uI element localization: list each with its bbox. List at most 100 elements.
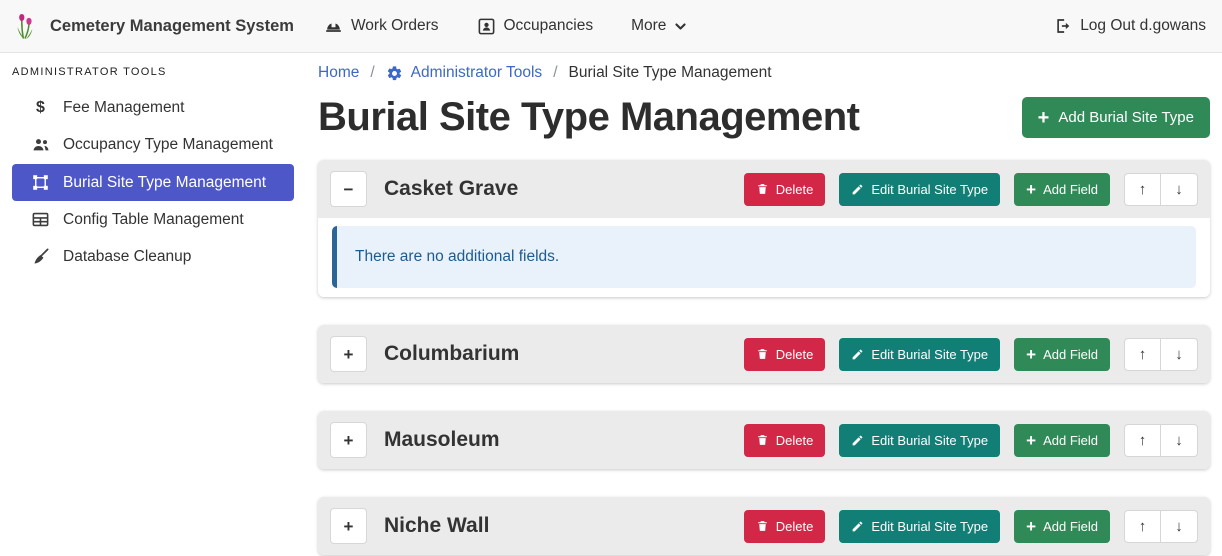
tulip-logo-icon	[16, 12, 41, 41]
move-up-button[interactable]: ↑	[1124, 424, 1161, 457]
panel-title: Niche Wall	[384, 514, 489, 538]
logout-icon	[1054, 17, 1072, 35]
edit-burial-site-type-button[interactable]: Edit Burial Site Type	[839, 424, 1000, 457]
plus-icon: +	[1026, 181, 1036, 198]
plus-icon: +	[1038, 108, 1050, 128]
delete-button[interactable]: Delete	[744, 424, 826, 457]
trash-icon	[756, 519, 769, 533]
app-title: Cemetery Management System	[50, 17, 294, 36]
panel-title: Mausoleum	[384, 428, 500, 452]
nav-label: Work Orders	[351, 17, 439, 35]
sidebar-item-label: Database Cleanup	[63, 248, 191, 266]
trash-icon	[756, 433, 769, 447]
nav-occupancies[interactable]: Occupancies	[477, 17, 594, 36]
occupancy-frame-icon	[477, 17, 496, 36]
button-label: Delete	[776, 182, 814, 197]
expand-toggle-button[interactable]: +	[330, 336, 367, 372]
pencil-icon	[851, 183, 864, 196]
pencil-icon	[851, 520, 864, 533]
move-down-button[interactable]: ↓	[1161, 173, 1198, 206]
breadcrumb: Home / Administrator Tools / Burial Site…	[318, 64, 1210, 82]
breadcrumb-current: Burial Site Type Management	[569, 64, 772, 82]
trash-icon	[756, 347, 769, 361]
expand-toggle-button[interactable]: +	[330, 508, 367, 544]
button-label: Add Burial Site Type	[1058, 109, 1194, 126]
delete-button[interactable]: Delete	[744, 173, 826, 206]
button-label: Add Field	[1043, 433, 1098, 448]
button-label: Delete	[776, 433, 814, 448]
move-down-button[interactable]: ↓	[1161, 424, 1198, 457]
logout-link[interactable]: Log Out d.gowans	[1054, 17, 1206, 35]
sidebar-heading: ADMINISTRATOR TOOLS	[0, 62, 300, 90]
panel-casket-grave: − Casket Grave Delete Edit Burial Site T…	[318, 160, 1210, 297]
plus-icon: +	[1026, 432, 1036, 449]
breadcrumb-label: Administrator Tools	[411, 64, 543, 82]
sidebar-item-label: Config Table Management	[63, 211, 244, 229]
plus-icon: +	[1026, 346, 1036, 363]
gear-icon	[386, 65, 403, 82]
sidebar-item-label: Burial Site Type Management	[63, 174, 266, 192]
breadcrumb-separator: /	[553, 64, 557, 82]
sidebar-item-occupancy-type-management[interactable]: Occupancy Type Management	[0, 126, 300, 164]
add-burial-site-type-button[interactable]: + Add Burial Site Type	[1022, 97, 1210, 138]
app-brand[interactable]: Cemetery Management System	[16, 12, 294, 41]
reorder-button-group: ↑ ↓	[1124, 173, 1198, 206]
breadcrumb-admin-tools-link[interactable]: Administrator Tools	[386, 64, 543, 82]
table-icon	[30, 210, 51, 229]
reorder-button-group: ↑ ↓	[1124, 338, 1198, 371]
hard-hat-icon	[324, 17, 343, 36]
move-down-button[interactable]: ↓	[1161, 338, 1198, 371]
move-up-button[interactable]: ↑	[1124, 173, 1161, 206]
sidebar-item-label: Fee Management	[63, 99, 185, 117]
delete-button[interactable]: Delete	[744, 510, 826, 543]
top-navbar: Cemetery Management System Work Orders O…	[0, 0, 1222, 53]
reorder-button-group: ↑ ↓	[1124, 424, 1198, 457]
breadcrumb-separator: /	[370, 64, 374, 82]
button-label: Add Field	[1043, 519, 1098, 534]
move-up-button[interactable]: ↑	[1124, 510, 1161, 543]
sidebar-item-label: Occupancy Type Management	[63, 136, 273, 154]
add-field-button[interactable]: + Add Field	[1014, 510, 1110, 543]
move-down-button[interactable]: ↓	[1161, 510, 1198, 543]
page-title: Burial Site Type Management	[318, 95, 859, 140]
nav-label: More	[631, 17, 666, 35]
add-field-button[interactable]: + Add Field	[1014, 338, 1110, 371]
sidebar-item-database-cleanup[interactable]: Database Cleanup	[0, 238, 300, 275]
panel-header: + Niche Wall Delete Edit Burial Site Typ…	[318, 497, 1210, 555]
panel-header: − Casket Grave Delete Edit Burial Site T…	[318, 160, 1210, 218]
edit-burial-site-type-button[interactable]: Edit Burial Site Type	[839, 173, 1000, 206]
dollar-icon: $	[30, 99, 51, 117]
edit-burial-site-type-button[interactable]: Edit Burial Site Type	[839, 510, 1000, 543]
vector-square-icon	[30, 173, 51, 192]
trash-icon	[756, 182, 769, 196]
collapse-toggle-button[interactable]: −	[330, 171, 367, 207]
panel-mausoleum: + Mausoleum Delete Edit Burial Site Type	[318, 411, 1210, 469]
sidebar-item-config-table-management[interactable]: Config Table Management	[0, 201, 300, 238]
chevron-down-icon	[674, 20, 687, 33]
move-up-button[interactable]: ↑	[1124, 338, 1161, 371]
delete-button[interactable]: Delete	[744, 338, 826, 371]
button-label: Delete	[776, 347, 814, 362]
button-label: Edit Burial Site Type	[871, 347, 988, 362]
button-label: Edit Burial Site Type	[871, 519, 988, 534]
logout-label: Log Out d.gowans	[1080, 17, 1206, 35]
add-field-button[interactable]: + Add Field	[1014, 424, 1110, 457]
button-label: Delete	[776, 519, 814, 534]
button-label: Edit Burial Site Type	[871, 433, 988, 448]
admin-sidebar: ADMINISTRATOR TOOLS $ Fee Management Occ…	[0, 53, 300, 556]
breadcrumb-home-link[interactable]: Home	[318, 64, 359, 82]
sidebar-item-burial-site-type-management[interactable]: Burial Site Type Management	[12, 164, 294, 201]
main-nav: Work Orders Occupancies More	[324, 17, 688, 36]
sidebar-item-fee-management[interactable]: $ Fee Management	[0, 90, 300, 126]
expand-toggle-button[interactable]: +	[330, 422, 367, 458]
panel-header: + Mausoleum Delete Edit Burial Site Type	[318, 411, 1210, 469]
panel-title: Columbarium	[384, 342, 519, 366]
button-label: Add Field	[1043, 182, 1098, 197]
nav-more[interactable]: More	[631, 17, 687, 35]
nav-label: Occupancies	[504, 17, 594, 35]
add-field-button[interactable]: + Add Field	[1014, 173, 1110, 206]
pencil-icon	[851, 434, 864, 447]
nav-work-orders[interactable]: Work Orders	[324, 17, 439, 36]
edit-burial-site-type-button[interactable]: Edit Burial Site Type	[839, 338, 1000, 371]
broom-icon	[30, 247, 51, 266]
